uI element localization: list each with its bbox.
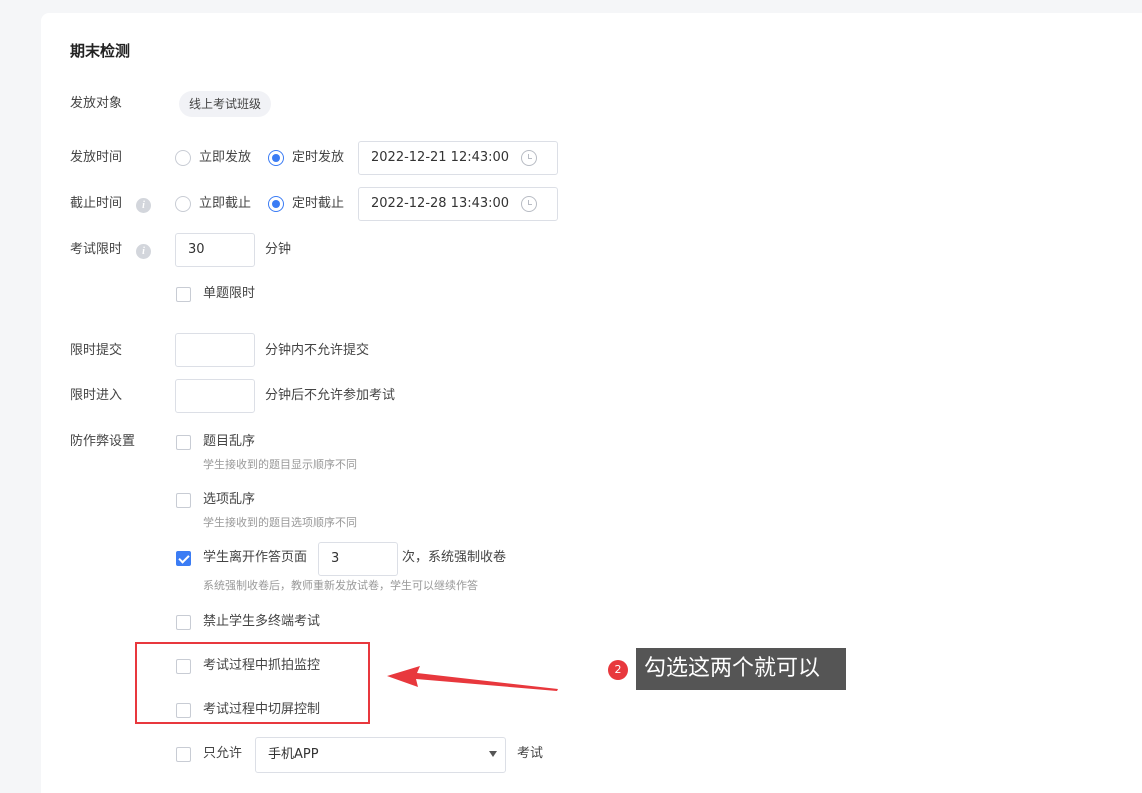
leave-page-label-suffix: 次，系统强制收卷 — [402, 550, 507, 565]
entry-limit-label: 限时进入 — [70, 388, 123, 403]
release-time-label: 发放时间 — [70, 150, 123, 165]
shuffle-options-label[interactable]: 选项乱序 — [203, 491, 255, 509]
shuffle-options-checkbox[interactable] — [176, 493, 191, 508]
per-question-limit-label[interactable]: 单题限时 — [203, 285, 255, 303]
submit-limit-label: 限时提交 — [70, 343, 123, 358]
annotation-callout: 勾选这两个就可以 — [636, 648, 846, 690]
leave-page-checkbox[interactable] — [176, 551, 191, 566]
entry-limit-input[interactable] — [175, 379, 255, 413]
shuffle-options-hint: 学生接收到的题目选项顺序不同 — [203, 516, 357, 529]
only-allow-checkbox[interactable] — [176, 747, 191, 762]
target-label: 发放对象 — [70, 96, 123, 111]
deadline-now-label[interactable]: 立即截止 — [199, 195, 251, 213]
deadline-label: 截止时间 — [70, 196, 123, 211]
caret-down-icon — [489, 751, 497, 757]
leave-page-count-input[interactable]: 3 — [318, 542, 398, 576]
highlight-box — [135, 642, 370, 724]
shuffle-questions-label[interactable]: 题目乱序 — [203, 433, 255, 451]
deadline-scheduled-radio[interactable] — [268, 196, 284, 212]
release-scheduled-radio[interactable] — [268, 150, 284, 166]
submit-limit-suffix: 分钟内不允许提交 — [265, 343, 370, 358]
release-now-radio[interactable] — [175, 150, 191, 166]
step-badge: 2 — [608, 660, 628, 680]
info-icon[interactable]: i — [136, 244, 151, 259]
page-title: 期末检测 — [70, 42, 131, 60]
per-question-limit-checkbox[interactable] — [176, 287, 191, 302]
leave-page-hint: 系统强制收卷后，教师重新发放试卷，学生可以继续作答 — [203, 579, 478, 592]
info-icon[interactable]: i — [136, 198, 151, 213]
multi-device-checkbox[interactable] — [176, 615, 191, 630]
shuffle-questions-checkbox[interactable] — [176, 435, 191, 450]
entry-limit-suffix: 分钟后不允许参加考试 — [265, 388, 396, 403]
annotation-arrow — [387, 666, 558, 691]
deadline-scheduled-label[interactable]: 定时截止 — [292, 195, 344, 213]
deadline-now-radio[interactable] — [175, 196, 191, 212]
clock-icon — [521, 196, 537, 212]
time-limit-label: 考试限时 — [70, 242, 123, 257]
shuffle-questions-hint: 学生接收到的题目显示顺序不同 — [203, 458, 357, 471]
release-now-label[interactable]: 立即发放 — [199, 149, 251, 167]
time-limit-input[interactable]: 30 — [175, 233, 255, 267]
time-limit-unit: 分钟 — [265, 242, 292, 257]
leave-page-count-value: 3 — [331, 551, 340, 566]
leave-page-label-prefix[interactable]: 学生离开作答页面 — [203, 549, 307, 567]
release-scheduled-label[interactable]: 定时发放 — [292, 149, 344, 167]
only-allow-label[interactable]: 只允许 — [203, 745, 242, 763]
deadline-datetime-value: 2022-12-28 13:43:00 — [371, 196, 510, 211]
anti-cheat-label: 防作弊设置 — [70, 434, 136, 449]
multi-device-label[interactable]: 禁止学生多终端考试 — [203, 613, 320, 631]
time-limit-value: 30 — [188, 242, 205, 257]
target-class-tag[interactable]: 线上考试班级 — [179, 91, 272, 117]
device-select[interactable]: 手机APP — [255, 737, 506, 773]
only-allow-suffix: 考试 — [517, 746, 544, 761]
device-select-value: 手机APP — [268, 747, 319, 762]
release-datetime-value: 2022-12-21 12:43:00 — [371, 150, 510, 165]
clock-icon — [521, 150, 537, 166]
submit-limit-input[interactable] — [175, 333, 255, 367]
